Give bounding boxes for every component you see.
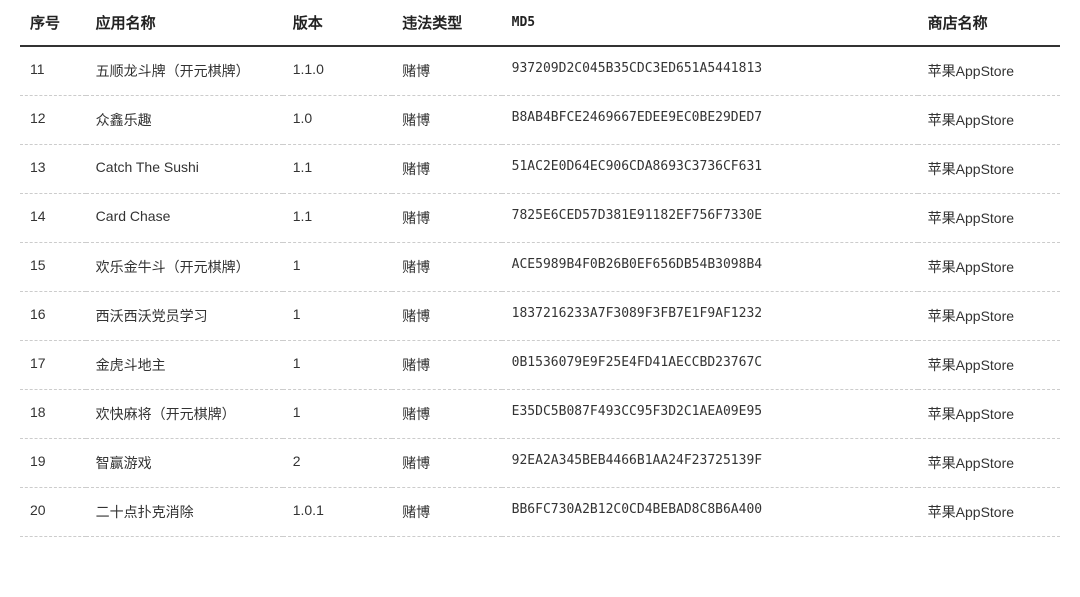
cell-name: 欢乐金牛斗（开元棋牌）	[86, 243, 283, 292]
cell-md5: 0B1536079E9F25E4FD41AECCBD23767C	[502, 341, 918, 390]
table-row: 12众鑫乐趣1.0赌博B8AB4BFCE2469667EDEE9EC0BE29D…	[20, 96, 1060, 145]
cell-seq: 11	[20, 46, 86, 96]
cell-name: 欢快麻将（开元棋牌）	[86, 390, 283, 439]
table-row: 16西沃西沃党员学习1赌博1837216233A7F3089F3FB7E1F9A…	[20, 292, 1060, 341]
cell-version: 1.1.0	[283, 46, 392, 96]
cell-md5: BB6FC730A2B12C0CD4BEBAD8C8B6A400	[502, 488, 918, 537]
header-md5: MD5	[502, 0, 918, 46]
cell-name: 金虎斗地主	[86, 341, 283, 390]
table-row: 14Card Chase1.1赌博7825E6CED57D381E91182EF…	[20, 194, 1060, 243]
cell-version: 1.0	[283, 96, 392, 145]
cell-seq: 17	[20, 341, 86, 390]
cell-violation: 赌博	[392, 341, 501, 390]
cell-store: 苹果AppStore	[918, 46, 1060, 96]
cell-md5: 1837216233A7F3089F3FB7E1F9AF1232	[502, 292, 918, 341]
cell-version: 2	[283, 439, 392, 488]
cell-violation: 赌博	[392, 194, 501, 243]
cell-version: 1	[283, 243, 392, 292]
header-seq: 序号	[20, 0, 86, 46]
table-row: 19智赢游戏2赌博92EA2A345BEB4466B1AA24F23725139…	[20, 439, 1060, 488]
table-row: 17金虎斗地主1赌博0B1536079E9F25E4FD41AECCBD2376…	[20, 341, 1060, 390]
cell-store: 苹果AppStore	[918, 390, 1060, 439]
cell-name: Catch The Sushi	[86, 145, 283, 194]
data-table: 序号 应用名称 版本 违法类型 MD5 商店名称 11五顺龙斗牌（开元棋牌）1.…	[20, 0, 1060, 537]
cell-seq: 19	[20, 439, 86, 488]
cell-store: 苹果AppStore	[918, 96, 1060, 145]
cell-version: 1	[283, 292, 392, 341]
cell-store: 苹果AppStore	[918, 145, 1060, 194]
cell-md5: E35DC5B087F493CC95F3D2C1AEA09E95	[502, 390, 918, 439]
cell-violation: 赌博	[392, 96, 501, 145]
cell-md5: 92EA2A345BEB4466B1AA24F23725139F	[502, 439, 918, 488]
cell-seq: 15	[20, 243, 86, 292]
cell-version: 1.1	[283, 145, 392, 194]
cell-version: 1.0.1	[283, 488, 392, 537]
cell-md5: B8AB4BFCE2469667EDEE9EC0BE29DED7	[502, 96, 918, 145]
cell-seq: 18	[20, 390, 86, 439]
table-row: 15欢乐金牛斗（开元棋牌）1赌博ACE5989B4F0B26B0EF656DB5…	[20, 243, 1060, 292]
cell-violation: 赌博	[392, 488, 501, 537]
table-row: 18欢快麻将（开元棋牌）1赌博E35DC5B087F493CC95F3D2C1A…	[20, 390, 1060, 439]
table-row: 11五顺龙斗牌（开元棋牌）1.1.0赌博937209D2C045B35CDC3E…	[20, 46, 1060, 96]
cell-violation: 赌博	[392, 439, 501, 488]
cell-seq: 16	[20, 292, 86, 341]
cell-md5: 51AC2E0D64EC906CDA8693C3736CF631	[502, 145, 918, 194]
table-header-row: 序号 应用名称 版本 违法类型 MD5 商店名称	[20, 0, 1060, 46]
cell-version: 1	[283, 390, 392, 439]
cell-store: 苹果AppStore	[918, 243, 1060, 292]
cell-seq: 14	[20, 194, 86, 243]
cell-name: 二十点扑克消除	[86, 488, 283, 537]
cell-store: 苹果AppStore	[918, 292, 1060, 341]
cell-violation: 赌博	[392, 292, 501, 341]
cell-md5: 937209D2C045B35CDC3ED651A5441813	[502, 46, 918, 96]
header-store: 商店名称	[918, 0, 1060, 46]
cell-store: 苹果AppStore	[918, 194, 1060, 243]
cell-store: 苹果AppStore	[918, 341, 1060, 390]
cell-name: Card Chase	[86, 194, 283, 243]
cell-seq: 13	[20, 145, 86, 194]
cell-name: 五顺龙斗牌（开元棋牌）	[86, 46, 283, 96]
cell-name: 西沃西沃党员学习	[86, 292, 283, 341]
cell-version: 1	[283, 341, 392, 390]
main-container: 序号 应用名称 版本 违法类型 MD5 商店名称 11五顺龙斗牌（开元棋牌）1.…	[0, 0, 1080, 537]
cell-seq: 12	[20, 96, 86, 145]
cell-violation: 赌博	[392, 390, 501, 439]
cell-violation: 赌博	[392, 46, 501, 96]
cell-name: 智赢游戏	[86, 439, 283, 488]
cell-seq: 20	[20, 488, 86, 537]
table-row: 13Catch The Sushi1.1赌博51AC2E0D64EC906CDA…	[20, 145, 1060, 194]
cell-violation: 赌博	[392, 243, 501, 292]
cell-md5: ACE5989B4F0B26B0EF656DB54B3098B4	[502, 243, 918, 292]
cell-version: 1.1	[283, 194, 392, 243]
cell-name: 众鑫乐趣	[86, 96, 283, 145]
cell-store: 苹果AppStore	[918, 488, 1060, 537]
table-row: 20二十点扑克消除1.0.1赌博BB6FC730A2B12C0CD4BEBAD8…	[20, 488, 1060, 537]
header-version: 版本	[283, 0, 392, 46]
header-violation: 违法类型	[392, 0, 501, 46]
header-name: 应用名称	[86, 0, 283, 46]
cell-store: 苹果AppStore	[918, 439, 1060, 488]
cell-violation: 赌博	[392, 145, 501, 194]
cell-md5: 7825E6CED57D381E91182EF756F7330E	[502, 194, 918, 243]
